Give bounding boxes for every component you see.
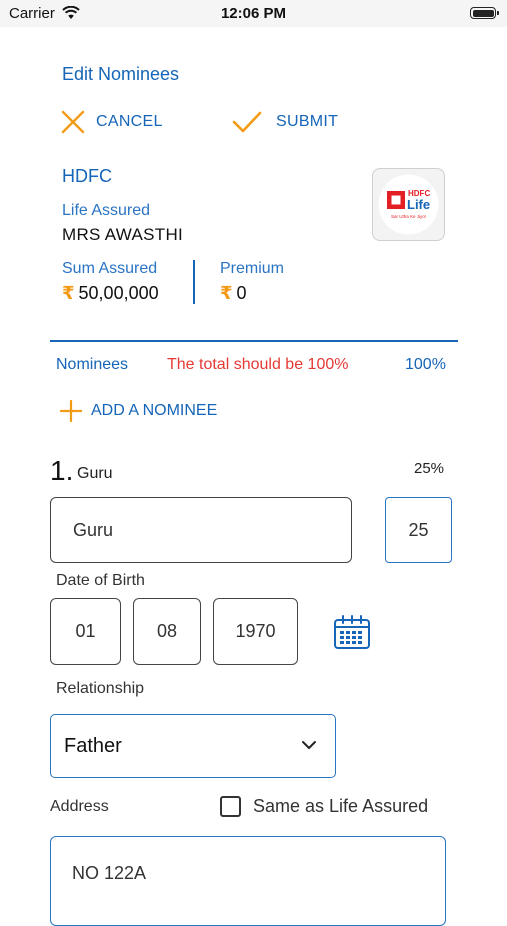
section-divider bbox=[50, 340, 458, 342]
dob-label: Date of Birth bbox=[56, 572, 145, 589]
nominee-share-input[interactable]: 25 bbox=[385, 497, 452, 563]
close-icon[interactable] bbox=[61, 110, 85, 134]
chevron-down-icon[interactable] bbox=[300, 736, 318, 754]
nominee-share-percent: 25% bbox=[414, 460, 445, 477]
premium-label: Premium bbox=[220, 260, 285, 277]
sum-assured-value: ₹50,00,000 bbox=[62, 283, 159, 303]
svg-text:Life: Life bbox=[407, 197, 430, 212]
submit-button[interactable]: SUBMIT bbox=[276, 113, 338, 131]
address-label: Address bbox=[50, 798, 109, 815]
life-assured-label: Life Assured bbox=[62, 202, 151, 219]
check-icon[interactable] bbox=[232, 110, 262, 134]
insurer-logo: HDFC Life Sar Utha Ke Jiyo! bbox=[372, 168, 445, 241]
premium-value: ₹0 bbox=[220, 283, 247, 303]
nominee-name-input[interactable]: Guru bbox=[50, 497, 352, 563]
clock: 12:06 PM bbox=[220, 5, 287, 22]
life-assured-value: MRS AWASTHI bbox=[62, 225, 184, 244]
cancel-button[interactable]: CANCEL bbox=[96, 113, 163, 131]
page-title: Edit Nominees bbox=[62, 64, 180, 84]
hdfc-life-logo-icon: HDFC Life Sar Utha Ke Jiyo! bbox=[378, 174, 439, 235]
battery-icon bbox=[470, 7, 499, 19]
same-as-life-assured-checkbox[interactable] bbox=[220, 796, 241, 817]
dob-month-input[interactable]: 08 bbox=[133, 598, 201, 665]
svg-text:Sar Utha Ke Jiyo!: Sar Utha Ke Jiyo! bbox=[391, 214, 426, 219]
relationship-label: Relationship bbox=[56, 680, 145, 697]
dob-year-input[interactable]: 1970 bbox=[213, 598, 298, 665]
total-warning: The total should be 100% bbox=[167, 356, 349, 373]
rupee-icon: ₹ bbox=[62, 283, 75, 303]
nominee-name: Guru bbox=[77, 465, 113, 482]
vertical-divider bbox=[193, 260, 195, 304]
rupee-icon: ₹ bbox=[220, 283, 233, 303]
sum-assured-label: Sum Assured bbox=[62, 260, 158, 277]
address-input[interactable]: NO 122A bbox=[50, 836, 446, 926]
nominees-label: Nominees bbox=[56, 356, 129, 373]
relationship-select[interactable]: Father bbox=[50, 714, 336, 778]
plus-icon[interactable] bbox=[60, 400, 82, 422]
same-as-life-assured-label[interactable]: Same as Life Assured bbox=[253, 796, 428, 817]
total-percent: 100% bbox=[405, 356, 446, 373]
calendar-icon[interactable] bbox=[333, 614, 371, 650]
dob-day-input[interactable]: 01 bbox=[50, 598, 121, 665]
insurer-name: HDFC bbox=[62, 166, 112, 186]
nominee-number: 1. bbox=[50, 455, 74, 486]
add-nominee-button[interactable]: ADD A NOMINEE bbox=[91, 402, 217, 420]
